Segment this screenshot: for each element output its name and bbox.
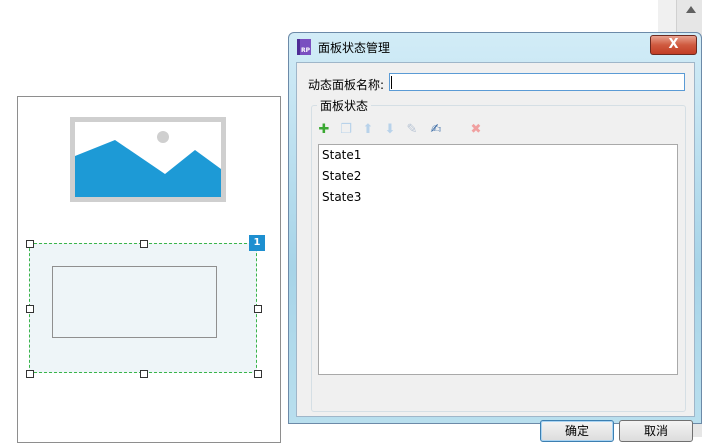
state-list-item[interactable]: State2 [322,169,361,183]
image-placeholder-inner [75,122,221,197]
resize-handle-left[interactable] [26,305,34,313]
duplicate-state-icon[interactable]: ❐ [338,122,354,138]
resize-handle-right[interactable] [254,305,262,313]
axure-app-icon: RP [297,39,311,55]
resize-handle-top[interactable] [140,240,148,248]
text-caret [391,76,392,89]
resize-handle-bottom[interactable] [140,370,148,378]
state-list[interactable]: State1 State2 State3 [318,144,678,375]
state-list-item[interactable]: State3 [322,190,361,204]
sun-shape [157,131,169,143]
resize-handle-bottom-left[interactable] [26,370,34,378]
close-button[interactable]: X [650,35,697,55]
scroll-up-arrow-icon[interactable] [686,6,696,13]
resize-handle-bottom-right[interactable] [254,370,262,378]
move-up-icon[interactable]: ⬆ [360,122,376,138]
panel-states-group-label: 面板状态 [317,97,372,114]
edit-all-states-icon[interactable]: ✍ [428,122,444,138]
edit-state-icon[interactable]: ✎ [404,122,420,138]
cancel-button[interactable]: 取消 [619,420,693,442]
panel-name-input[interactable] [389,73,685,91]
landscape-icon [75,131,221,197]
panel-name-label: 动态面板名称: [308,78,385,92]
image-placeholder[interactable] [70,117,226,202]
dialog-title: 面板状态管理 [318,41,391,55]
delete-state-icon[interactable]: ✖ [468,122,484,138]
dialog-titlebar[interactable]: RP 面板状态管理 X [289,33,701,61]
move-down-icon[interactable]: ⬇ [382,122,398,138]
state-list-item[interactable]: State1 [322,148,361,162]
dialog-client-area: 动态面板名称: 面板状态 ✚ ❐ ⬆ ⬇ ✎ ✍ ✖ State1 State2 State… [296,62,695,442]
mountain-shape [75,140,221,197]
panel-state-manager-dialog: RP 面板状态管理 X 动态面板名称: 面板状态 ✚ ❐ ⬆ ⬇ ✎ ✍ ✖ State1 … [288,32,702,442]
ok-button[interactable]: 确定 [540,420,614,442]
resize-handle-top-left[interactable] [26,240,34,248]
dynamic-panel-inner-rectangle [52,266,217,338]
add-state-icon[interactable]: ✚ [316,122,332,138]
panel-number-badge: 1 [249,235,265,251]
